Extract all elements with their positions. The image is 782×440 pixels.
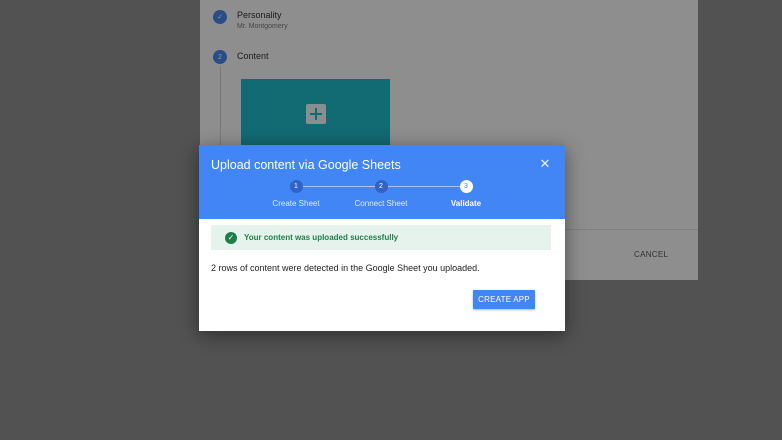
step-number-badge: 1 [289, 180, 303, 193]
create-app-button[interactable]: CREATE APP [473, 290, 535, 309]
close-icon[interactable]: ✕ [538, 157, 552, 171]
step-label: Connect Sheet [354, 199, 408, 208]
step-validate: 3 Validate [426, 180, 506, 208]
dialog-header: Upload content via Google Sheets ✕ 1 Cre… [199, 145, 565, 219]
success-banner: ✓ Your content was uploaded successfully [211, 225, 551, 250]
success-message: Your content was uploaded successfully [244, 233, 399, 242]
step-number-badge: 3 [459, 180, 473, 193]
check-circle-icon: ✓ [225, 231, 237, 244]
step-create-sheet: 1 Create Sheet [256, 180, 336, 208]
step-label: Validate [450, 199, 482, 208]
detected-rows-text: 2 rows of content were detected in the G… [211, 263, 480, 273]
upload-dialog: Upload content via Google Sheets ✕ 1 Cre… [199, 145, 565, 331]
step-connect-sheet: 2 Connect Sheet [341, 180, 421, 208]
step-number-badge: 2 [374, 180, 388, 193]
step-label: Create Sheet [272, 199, 320, 208]
dialog-title: Upload content via Google Sheets [211, 158, 401, 172]
